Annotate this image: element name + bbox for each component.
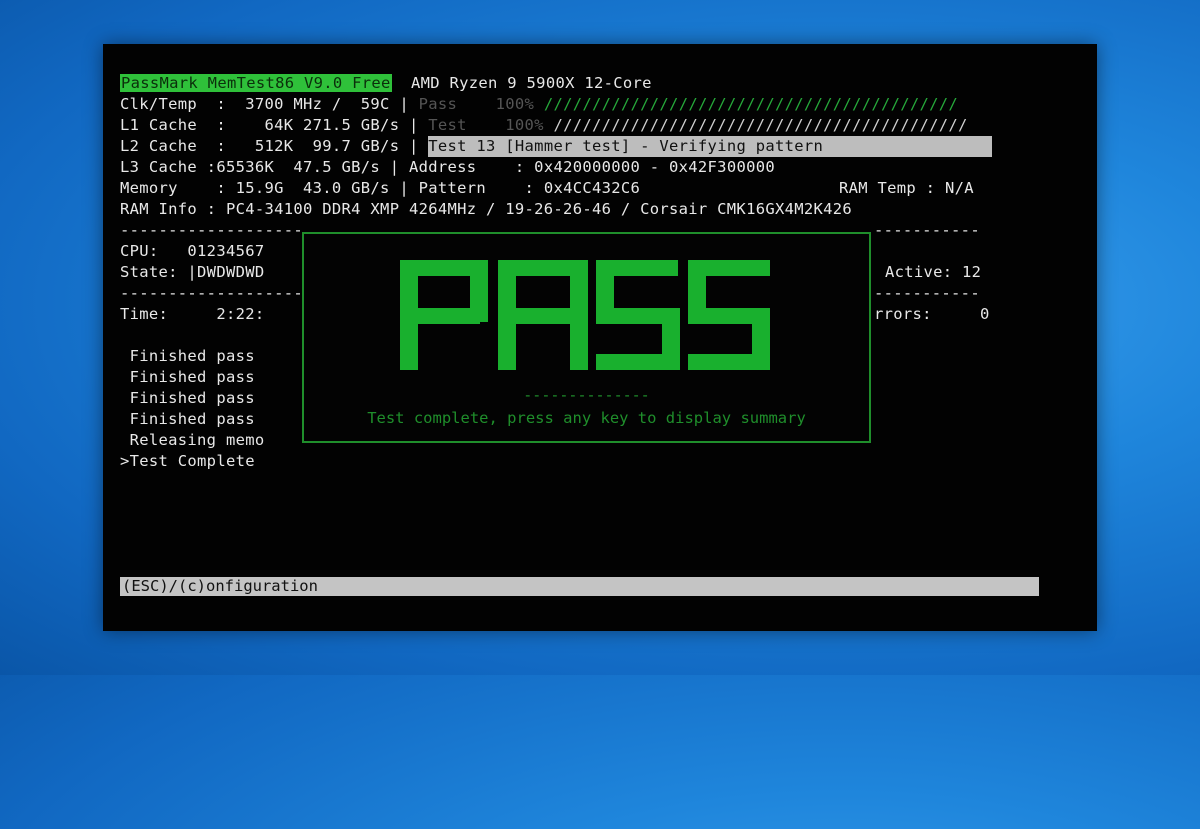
divider-left-top: -------------------	[120, 221, 304, 239]
dialog-divider: --------------	[523, 386, 650, 404]
configuration-bar[interactable]: (ESC)/(c)onfiguration	[120, 577, 1039, 596]
pass-progress-bar: ////////////////////////////////////////…	[543, 95, 959, 113]
test-progress-bar: ////////////////////////////////////////…	[553, 116, 968, 134]
l1-cache-row: L1 Cache : 64K 271.5 GB/s | Test 100% //…	[120, 115, 968, 136]
memory-value: Memory : 15.9G 43.0 GB/s |	[120, 179, 409, 197]
app-title: PassMark MemTest86 V9.0 Free	[120, 74, 392, 92]
ram-temp: RAM Temp : N/A	[839, 179, 974, 197]
log-line: Finished pass	[120, 410, 255, 428]
divider-right-bottom: -----------	[874, 284, 980, 302]
terminal-output: PassMark MemTest86 V9.0 Free AMD Ryzen 9…	[120, 73, 993, 829]
log-line: Finished pass	[120, 389, 255, 407]
error-count: rrors: 0	[874, 305, 990, 323]
l1-cache-value: L1 Cache : 64K 271.5 GB/s |	[120, 116, 419, 134]
test-progress-label: Test 100%	[428, 116, 544, 134]
current-test: Test 13 [Hammer test] - Verifying patter…	[428, 136, 993, 157]
divider-right-top: -----------	[874, 221, 980, 239]
address-range: Address : 0x420000000 - 0x42F300000	[408, 158, 775, 176]
pass-banner	[400, 260, 770, 370]
active-count: Active: 12	[885, 263, 982, 281]
memory-row: Memory : 15.9G 43.0 GB/s | Pattern : 0x4…	[120, 178, 974, 199]
state-status: State: |DWDWDWD	[120, 263, 265, 281]
clk-temp-row: Clk/Temp : 3700 MHz / 59C | Pass 100% //…	[120, 94, 958, 115]
l2-cache-value: L2 Cache : 512K 99.7 GB/s |	[120, 137, 419, 155]
ram-info: RAM Info : PC4-34100 DDR4 XMP 4264MHz / …	[120, 200, 853, 218]
pattern-value: Pattern : 0x4CC432C6	[418, 179, 641, 197]
elapsed-time: Time: 2:22:	[120, 305, 265, 323]
cpu-status: CPU: 01234567	[120, 242, 265, 260]
divider-left-bottom: -------------------	[120, 284, 304, 302]
l3-cache-row: L3 Cache :65536K 47.5 GB/s | Address : 0…	[120, 157, 775, 178]
header-row: PassMark MemTest86 V9.0 Free AMD Ryzen 9…	[120, 73, 652, 94]
pass-progress-label: Pass 100%	[418, 95, 535, 113]
l3-cache-value: L3 Cache :65536K 47.5 GB/s |	[120, 158, 400, 176]
log-line: Finished pass	[120, 368, 255, 386]
l2-cache-row: L2 Cache : 512K 99.7 GB/s | Test 13 [Ham…	[120, 136, 993, 157]
clk-temp-value: Clk/Temp : 3700 MHz / 59C |	[120, 95, 409, 113]
pass-result-dialog[interactable]: -------------- Test complete, press any …	[302, 232, 871, 443]
log-line: Finished pass	[120, 347, 255, 365]
dialog-message: Test complete, press any key to display …	[367, 409, 806, 427]
memtest-screen[interactable]: PassMark MemTest86 V9.0 Free AMD Ryzen 9…	[103, 44, 1097, 631]
log-line: >Test Complete	[120, 452, 255, 470]
log-line: Releasing memo	[120, 431, 265, 449]
cpu-name: AMD Ryzen 9 5900X 12-Core	[410, 74, 652, 92]
